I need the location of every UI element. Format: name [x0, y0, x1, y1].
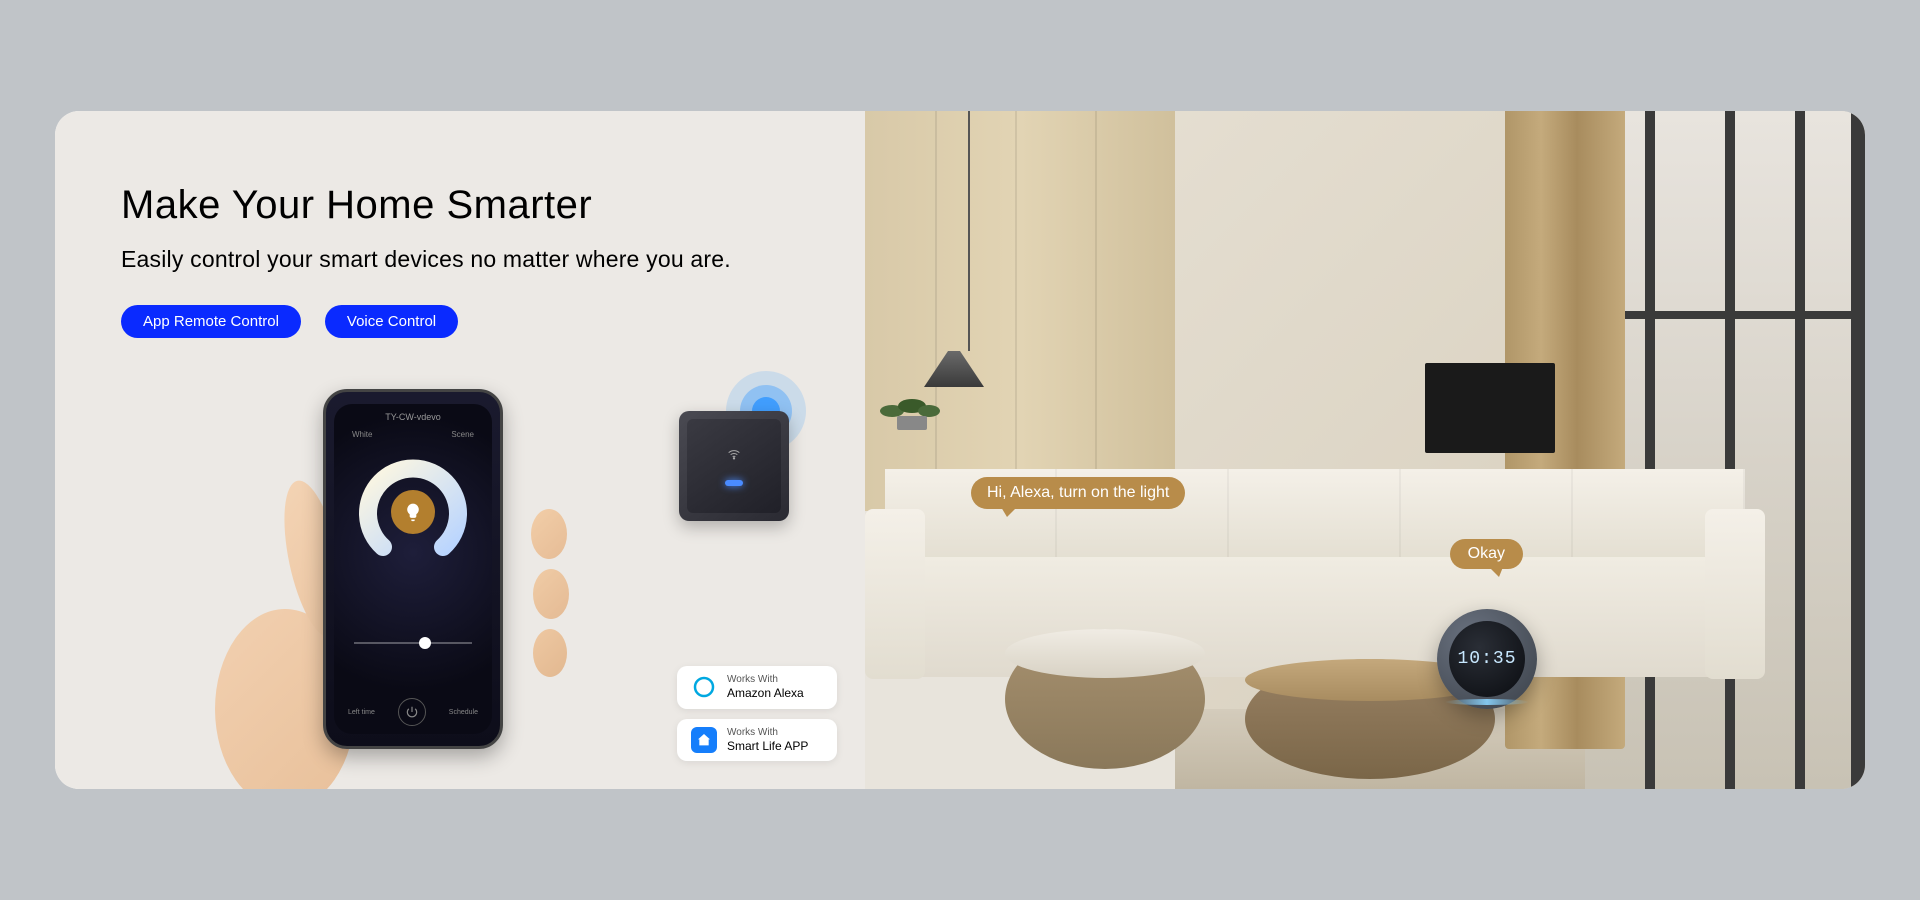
alexa-badge: Works With Amazon Alexa	[677, 666, 837, 708]
brightness-slider	[354, 642, 472, 644]
sofa-arm	[865, 509, 925, 679]
power-icon	[405, 705, 419, 719]
phone-tabs: White Scene	[334, 422, 492, 439]
living-room-scene: 10:35 Hi, Alexa, turn on the light Okay	[865, 111, 1865, 789]
wood-wall-panel	[865, 111, 1175, 511]
phone-left-time: Left time	[348, 709, 375, 716]
coffee-table-large	[1005, 629, 1205, 769]
phone-app-title: TY-CW-vdevo	[334, 404, 492, 422]
alexa-response-bubble: Okay	[1450, 539, 1523, 569]
phone-tab-white: White	[352, 430, 372, 439]
television	[1425, 363, 1555, 453]
plant-icon	[877, 371, 947, 431]
compatibility-badges: Works With Amazon Alexa Works With Smart…	[677, 666, 837, 761]
right-panel: 10:35 Hi, Alexa, turn on the light Okay	[865, 111, 1865, 789]
alexa-ring-icon	[692, 675, 716, 699]
hero-heading: Make Your Home Smarter	[121, 183, 865, 228]
phone-schedule: Schedule	[449, 709, 478, 716]
power-button	[398, 698, 426, 726]
user-speech-bubble: Hi, Alexa, turn on the light	[971, 477, 1185, 509]
slider-thumb	[419, 637, 431, 649]
badge-alexa-name: Amazon Alexa	[727, 686, 804, 700]
badge-works-with: Works With	[727, 727, 808, 739]
smart-switch-device	[679, 411, 789, 521]
sofa-arm	[1705, 509, 1765, 679]
bulb-button	[391, 490, 435, 534]
badge-smartlife-name: Smart Life APP	[727, 739, 808, 753]
echo-clock-time: 10:35	[1457, 649, 1516, 669]
button-row: App Remote Control Voice Control	[121, 305, 865, 338]
hand-holding-phone: TY-CW-vdevo White Scene	[245, 389, 555, 789]
phone-screen: TY-CW-vdevo White Scene	[334, 404, 492, 734]
hand-finger	[533, 569, 569, 619]
phone-tab-scene: Scene	[451, 430, 474, 439]
pendant-lamp	[953, 111, 984, 387]
badge-works-with: Works With	[727, 674, 804, 686]
hero-subheading: Easily control your smart devices no mat…	[121, 246, 865, 273]
voice-control-button[interactable]: Voice Control	[325, 305, 458, 338]
switch-led-indicator	[725, 480, 743, 486]
hand-finger	[531, 509, 567, 559]
echo-light-ring	[1445, 699, 1529, 705]
hand-finger	[533, 629, 567, 677]
smartphone-device: TY-CW-vdevo White Scene	[323, 389, 503, 749]
echo-sphere: 10:35	[1437, 609, 1537, 709]
echo-dot-device: 10:35	[1437, 609, 1547, 709]
app-remote-button[interactable]: App Remote Control	[121, 305, 301, 338]
echo-display: 10:35	[1449, 621, 1525, 697]
phone-bottom-bar: Left time Schedule	[334, 698, 492, 726]
switch-panel	[687, 419, 781, 513]
brightness-dial	[353, 452, 473, 572]
hero-container: Make Your Home Smarter Easily control yo…	[55, 111, 1865, 789]
smartlife-badge-text: Works With Smart Life APP	[727, 727, 808, 753]
house-icon	[696, 732, 712, 748]
potted-plant	[877, 371, 947, 431]
bulb-icon	[403, 502, 423, 522]
wifi-icon	[726, 446, 742, 462]
smartlife-icon	[691, 727, 717, 753]
alexa-icon	[691, 674, 717, 700]
left-panel: Make Your Home Smarter Easily control yo…	[55, 111, 865, 789]
lamp-cord	[968, 111, 970, 351]
alexa-badge-text: Works With Amazon Alexa	[727, 674, 804, 700]
smartlife-badge: Works With Smart Life APP	[677, 719, 837, 761]
